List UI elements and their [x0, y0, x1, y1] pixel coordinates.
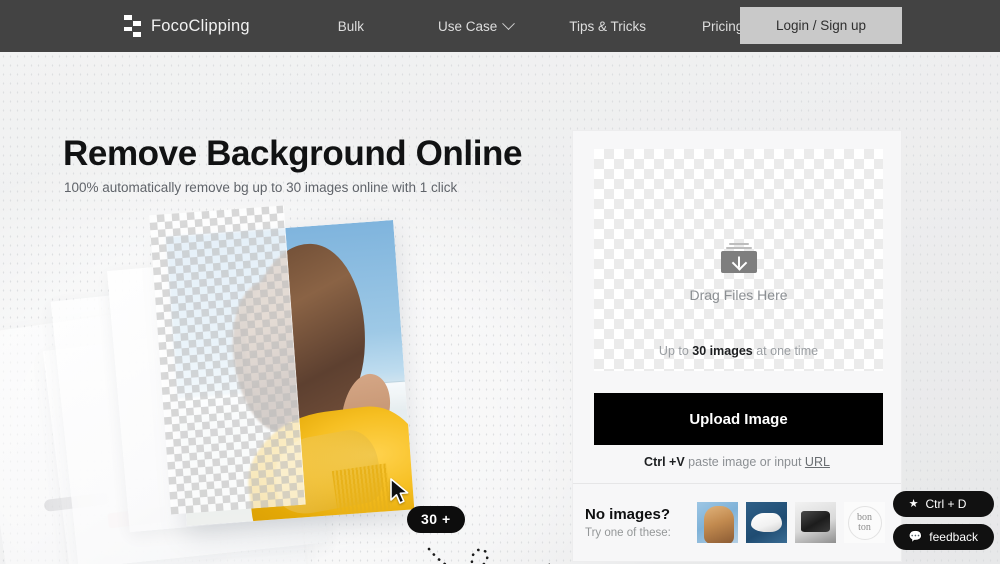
- paste-shortcut: Ctrl +V: [644, 455, 685, 469]
- limit-suffix: at one time: [752, 344, 819, 358]
- sample-thumb-sneakers[interactable]: [746, 502, 787, 543]
- upload-image-label: Upload Image: [689, 410, 788, 428]
- dropzone-limit-text: Up to 30 images at one time: [594, 344, 883, 358]
- nav-item-label: Bulk: [337, 18, 364, 34]
- dotted-curved-arrow-icon: [427, 547, 550, 564]
- limit-prefix: Up to: [658, 344, 693, 358]
- top-navigation-bar: FocoClipping Bulk Use Case Tips & Tricks…: [0, 0, 1000, 52]
- page-root: FocoClipping Bulk Use Case Tips & Tricks…: [0, 0, 1000, 564]
- hero-illustration: 30 +: [0, 205, 575, 564]
- brand-name: FocoClipping: [151, 16, 250, 35]
- sample-title: No images?: [585, 506, 671, 523]
- page-subtitle: 100% automatically remove bg up to 30 im…: [64, 180, 458, 195]
- main-nav: Bulk Use Case Tips & Tricks Pricing: [338, 16, 772, 34]
- paste-url-link[interactable]: URL: [805, 455, 830, 469]
- sample-images-section: No images? Try one of these: bon ton: [573, 484, 901, 561]
- sample-thumb-bonton-logo[interactable]: bon ton: [844, 502, 885, 543]
- login-signup-label: Login / Sign up: [775, 18, 867, 33]
- page-title: Remove Background Online: [63, 134, 523, 173]
- star-icon: ★: [908, 497, 919, 510]
- mouse-pointer-icon: [390, 478, 409, 504]
- paste-hint-text: paste image or input: [688, 455, 805, 469]
- sample-copy: No images? Try one of these:: [585, 506, 697, 539]
- dropzone-label: Drag Files Here: [689, 287, 788, 303]
- feedback-button[interactable]: 💬 feedback: [892, 524, 994, 550]
- sample-subtitle: Try one of these:: [585, 527, 671, 539]
- brand-logo[interactable]: FocoClipping: [124, 15, 250, 37]
- limit-strong: 30 images: [692, 344, 753, 358]
- checkerboard-pattern: [149, 205, 305, 515]
- login-signup-button[interactable]: Login / Sign up: [740, 7, 902, 44]
- bonton-logo-top: bon: [857, 511, 872, 523]
- sample-thumbnails: bon ton: [697, 502, 885, 543]
- bonton-logo-bottom: ton: [858, 521, 871, 533]
- dropzone[interactable]: Drag Files Here Up to 30 images at one t…: [594, 149, 883, 371]
- scarf-fringe: [332, 462, 393, 517]
- speech-bubble-icon: 💬: [908, 530, 923, 543]
- nav-item-bulk[interactable]: Bulk: [338, 19, 410, 34]
- bookmark-shortcut-button[interactable]: ★ Ctrl + D: [892, 491, 994, 517]
- floating-action-stack: ★ Ctrl + D 💬 feedback: [892, 491, 994, 550]
- nav-item-label: Tips & Tricks: [569, 18, 647, 34]
- paste-hint: Ctrl +V paste image or input URL: [573, 455, 901, 469]
- nav-item-label: Pricing: [702, 18, 744, 34]
- upload-panel: Drag Files Here Up to 30 images at one t…: [572, 130, 902, 562]
- transparency-checkerboard-overlay: [149, 205, 306, 515]
- nav-item-tips-tricks[interactable]: Tips & Tricks: [541, 19, 674, 34]
- nav-item-use-case[interactable]: Use Case: [410, 16, 541, 34]
- count-badge: 30 +: [407, 506, 465, 533]
- checkerboard-logo-icon: [124, 15, 141, 37]
- feedback-label: feedback: [929, 530, 978, 544]
- nav-item-label: Use Case: [437, 18, 498, 34]
- bonton-logo-icon: bon ton: [847, 505, 882, 540]
- download-tray-icon: [720, 243, 757, 275]
- upload-image-button[interactable]: Upload Image: [594, 393, 883, 445]
- sample-thumb-woman-sunglasses[interactable]: [697, 502, 738, 543]
- sample-thumb-camera[interactable]: [795, 502, 836, 543]
- bookmark-shortcut-label: Ctrl + D: [925, 497, 967, 511]
- chevron-down-icon: [502, 16, 516, 30]
